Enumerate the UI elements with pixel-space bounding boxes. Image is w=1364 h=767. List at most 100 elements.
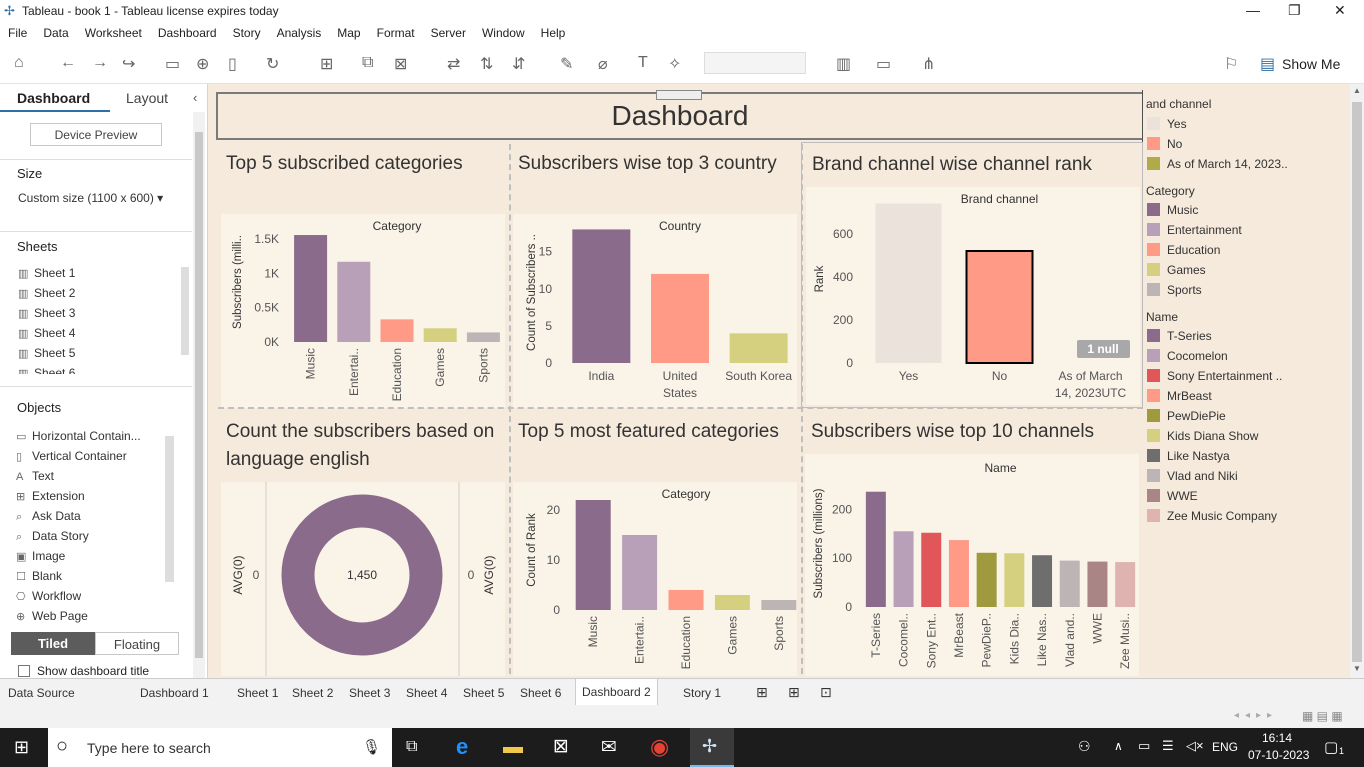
bar-entertai-[interactable] — [337, 261, 371, 342]
clock-date[interactable]: 07-10-2023 — [1248, 748, 1309, 762]
save-icon[interactable]: ▭ — [165, 54, 180, 74]
bar-south-korea[interactable] — [729, 333, 788, 363]
show-cards-icon[interactable]: ▥ — [836, 54, 851, 74]
mail-icon[interactable]: ✉ — [601, 736, 617, 759]
object-item[interactable]: ⌕ Data Story — [16, 529, 89, 544]
bar-games[interactable] — [714, 595, 750, 610]
tab-layout[interactable]: Layout — [126, 90, 168, 106]
legend-item[interactable]: Games — [1147, 263, 1206, 277]
tab-sheet-2[interactable]: Sheet 2 — [292, 686, 333, 700]
store-icon[interactable]: ⊠ — [553, 735, 569, 758]
new-worksheet-tab-icon[interactable]: ⊞ — [756, 684, 768, 701]
left-pane-scrollbar[interactable] — [193, 112, 205, 678]
menu-story[interactable]: Story — [233, 24, 261, 44]
mic-icon[interactable]: 🎙 — [362, 738, 381, 756]
bar-education[interactable] — [668, 590, 704, 610]
country-subscribers-chart[interactable]: Country Count of Subscribers .. 15 10 5 0 Indi… — [513, 214, 797, 408]
object-item[interactable]: ☐ Blank — [16, 569, 62, 583]
sheet-item[interactable]: ▥ Sheet 2 — [18, 286, 75, 300]
menu-data[interactable]: Data — [43, 24, 68, 44]
volume-icon[interactable]: ◁× — [1186, 738, 1204, 754]
panel-top5-subscribed[interactable]: Top 5 subscribed categories Category Subs… — [216, 142, 508, 408]
task-view-icon[interactable]: ⧉ — [406, 738, 417, 756]
panel-language-count[interactable]: Count the subscribers based on language … — [216, 410, 508, 676]
duplicate-icon[interactable]: ⧉ — [362, 54, 373, 72]
object-item[interactable]: ⌕ Ask Data — [16, 509, 81, 524]
show-me-button[interactable]: Show Me — [1282, 56, 1340, 72]
bar-zee-musi-[interactable] — [1115, 562, 1136, 607]
forward-icon[interactable]: → — [92, 54, 108, 72]
refresh-icon[interactable]: ↻ — [266, 54, 279, 74]
menu-window[interactable]: Window — [482, 24, 525, 44]
canvas-scrollbar[interactable]: ▲ ▼ — [1350, 84, 1364, 678]
collapse-icon[interactable]: ‹ — [193, 90, 197, 105]
language-donut-chart[interactable]: AVG(0) AVG(0) 0 0 1,450 — [221, 482, 505, 676]
bar-t-series[interactable] — [865, 491, 886, 607]
object-item[interactable]: A Text — [16, 469, 54, 483]
new-dashboard-tab-icon[interactable]: ⊞ — [788, 684, 800, 701]
tableau-taskbar-button[interactable]: ✢ — [690, 728, 734, 767]
featured-categories-chart[interactable]: Category Count of Rank 20 10 0 Music Entertai.… — [513, 482, 797, 676]
chrome-icon[interactable]: ◉ — [650, 734, 669, 760]
menu-format[interactable]: Format — [377, 24, 415, 44]
language-indicator[interactable]: ENG — [1212, 740, 1238, 754]
tab-story-1[interactable]: Story 1 — [683, 686, 721, 700]
panel-top3-country[interactable]: Subscribers wise top 3 country Country Co… — [508, 142, 800, 408]
home-icon[interactable]: ⌂ — [14, 54, 24, 72]
labels-icon[interactable]: T — [638, 54, 648, 72]
menu-dashboard[interactable]: Dashboard — [158, 24, 217, 44]
legend-item[interactable]: Sports — [1147, 283, 1202, 297]
share-icon[interactable]: ⋔ — [922, 54, 935, 74]
tab-dashboard-1[interactable]: Dashboard 1 — [140, 686, 209, 700]
sheet-nav-icons[interactable]: ◂◂▸▸ — [1234, 710, 1278, 721]
menu-file[interactable]: File — [8, 24, 27, 44]
bar-vlad-and-[interactable] — [1059, 560, 1080, 607]
notification-icon[interactable]: ▢ — [1324, 738, 1338, 756]
tab-dashboard-2[interactable]: Dashboard 2 — [575, 679, 658, 705]
bar-sports[interactable] — [466, 332, 500, 342]
drag-handle[interactable] — [656, 90, 702, 100]
clear-icon[interactable]: ⊠ — [394, 54, 407, 74]
scroll-down-icon[interactable]: ▼ — [1353, 664, 1361, 673]
signpost-icon[interactable]: ⚐ — [1224, 54, 1238, 74]
bar-sports[interactable] — [761, 600, 797, 610]
bar-united-states[interactable] — [651, 273, 709, 363]
legend-item[interactable]: Vlad and Niki — [1147, 469, 1238, 483]
network-icon[interactable]: ▭ — [1138, 738, 1150, 754]
scrollbar-thumb[interactable] — [1352, 102, 1362, 662]
bar-mrbeast[interactable] — [948, 540, 969, 607]
object-item[interactable]: ▯ Vertical Container — [16, 449, 127, 463]
scrollbar[interactable] — [165, 436, 174, 582]
sheet-item[interactable]: ▥ Sheet 3 — [18, 306, 75, 320]
sort-asc-icon[interactable]: ⇅ — [480, 54, 493, 74]
legend-item[interactable]: Yes — [1147, 117, 1187, 131]
floating-button[interactable]: Floating — [95, 632, 179, 655]
menu-help[interactable]: Help — [541, 24, 566, 44]
tray-chevron-icon[interactable]: ∧ — [1114, 739, 1123, 753]
bar-no[interactable] — [965, 250, 1034, 364]
category-subscribers-chart[interactable]: Category Subscribers (milli.. 1.5K 1K 0.5K 0K… — [221, 214, 505, 408]
device-preview-button[interactable]: Device Preview — [30, 123, 162, 146]
bar-entertai-[interactable] — [622, 535, 658, 610]
legend-item[interactable]: PewDiePie — [1147, 409, 1226, 423]
sheet-item[interactable]: ▥ Sheet 4 — [18, 326, 75, 340]
null-badge[interactable]: 1 null — [1077, 340, 1130, 358]
legend-item[interactable]: Sony Entertainment .. — [1147, 369, 1282, 383]
tab-dashboard[interactable]: Dashboard — [17, 90, 90, 106]
bar-education[interactable] — [380, 319, 414, 342]
menu-server[interactable]: Server — [431, 24, 466, 44]
menu-worksheet[interactable]: Worksheet — [85, 24, 142, 44]
sheet-item[interactable]: ▥ Sheet 5 — [18, 346, 75, 360]
restore-icon[interactable]: ❐ — [1288, 2, 1301, 19]
back-icon[interactable]: ← — [60, 54, 76, 72]
redo-icon[interactable]: ↪ — [122, 54, 135, 74]
legend-item[interactable]: T-Series — [1147, 329, 1212, 343]
panel-top5-featured[interactable]: Top 5 most featured categories Category C… — [508, 410, 800, 676]
legend-item[interactable]: Cocomelon — [1147, 349, 1228, 363]
highlight-icon[interactable]: ✎ — [560, 54, 573, 74]
bar-music[interactable] — [294, 235, 328, 342]
presentation-icon[interactable]: ▭ — [876, 54, 891, 74]
bar-cocomel-[interactable] — [893, 531, 914, 607]
bar-sony-ent-[interactable] — [921, 532, 942, 607]
scrollbar-thumb[interactable] — [195, 132, 203, 658]
